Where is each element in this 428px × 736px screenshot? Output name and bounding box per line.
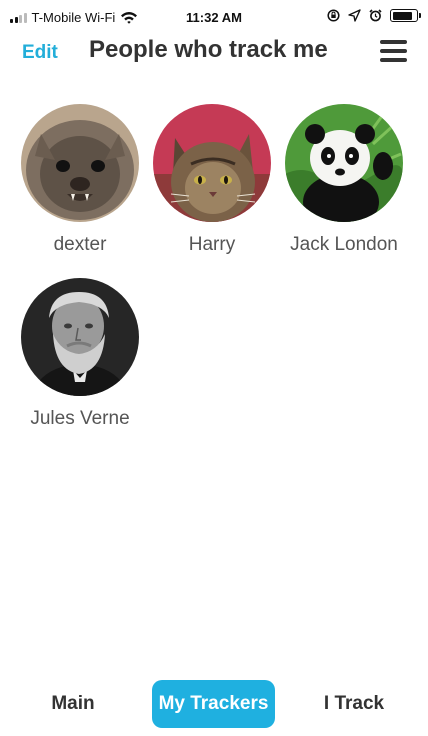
status-bar: T-Mobile Wi-Fi 11:32 AM	[0, 0, 428, 36]
tracker-name: dexter	[53, 234, 107, 255]
bottom-tab-bar: Main My Trackers I Track	[0, 680, 428, 728]
hamburger-menu-icon[interactable]	[380, 40, 408, 66]
edit-button[interactable]: Edit	[22, 42, 58, 64]
tracker-item[interactable]: Jules Verne	[10, 278, 150, 430]
page-title: People who track me	[89, 36, 328, 63]
location-arrow-icon	[348, 9, 361, 22]
battery-icon	[390, 9, 421, 22]
header: Edit People who track me	[0, 36, 428, 72]
alarm-icon	[369, 9, 382, 22]
battery-level	[392, 11, 413, 20]
portrait-avatar	[21, 278, 139, 396]
tracker-name: Jules Verne	[30, 408, 130, 429]
tracker-item[interactable]: Harry	[142, 104, 282, 256]
bat-avatar	[21, 104, 139, 222]
panda-photo-icon	[285, 104, 403, 222]
tracker-name: Jack London	[290, 234, 398, 255]
tab-i-track[interactable]: I Track	[312, 680, 396, 728]
tab-main[interactable]: Main	[34, 680, 112, 728]
bat-photo-icon	[21, 104, 139, 222]
cat-photo-icon	[153, 104, 271, 222]
cat-avatar	[153, 104, 271, 222]
tracker-item[interactable]: Jack London	[274, 104, 414, 256]
rotation-lock-icon	[327, 9, 340, 22]
tracker-item[interactable]: dexter	[10, 104, 150, 256]
status-right	[327, 9, 421, 22]
portrait-photo-icon	[21, 278, 139, 396]
panda-avatar	[285, 104, 403, 222]
tab-my-trackers[interactable]: My Trackers	[152, 680, 275, 728]
tracker-name: Harry	[188, 234, 236, 255]
